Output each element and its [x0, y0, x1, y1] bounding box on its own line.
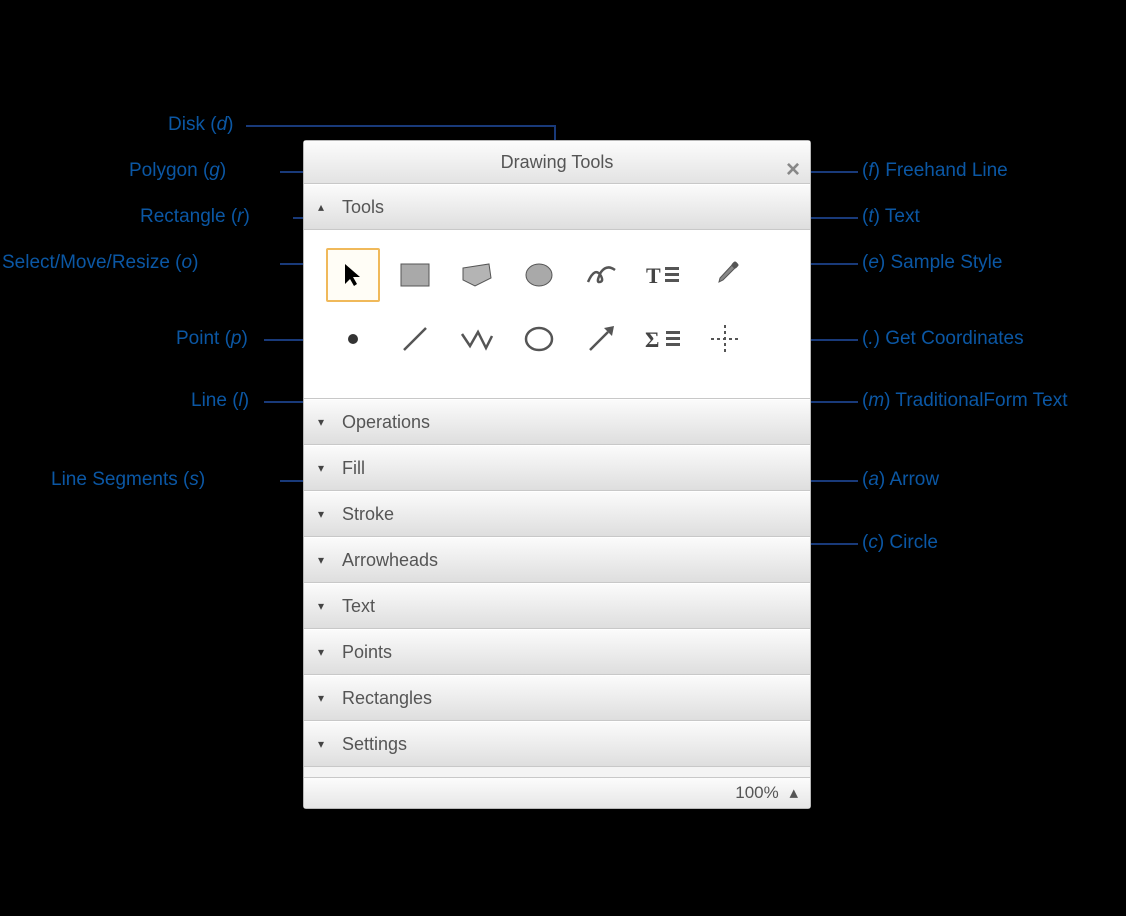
tool-segments[interactable] [450, 312, 504, 366]
tool-line[interactable] [388, 312, 442, 366]
section-fill-label: Fill [342, 458, 365, 478]
callout-freehand: (f) Freehand Line [862, 160, 1008, 182]
callout-arrow: (a) Arrow [862, 469, 939, 491]
callout-point: Point (p) [176, 328, 248, 350]
line-icon [400, 324, 430, 354]
callout-tradform: (m) TraditionalForm Text [862, 390, 1068, 412]
text-icon: T [646, 263, 680, 287]
svg-text:Σ: Σ [645, 327, 659, 351]
callout-rectangle: Rectangle (r) [140, 206, 250, 228]
tool-getcoord[interactable] [698, 312, 752, 366]
callout-disk: Disk (d) [168, 114, 233, 136]
tool-text[interactable]: T [636, 248, 690, 302]
zoom-footer[interactable]: 100% ▴ [304, 777, 810, 808]
eyedropper-icon [711, 261, 739, 289]
tool-circle[interactable] [512, 312, 566, 366]
callout-sample: (e) Sample Style [862, 252, 1002, 274]
section-fill[interactable]: Fill [304, 445, 810, 491]
polygon-icon [461, 262, 493, 288]
chevron-down-icon [318, 722, 324, 766]
callout-text: (t) Text [862, 206, 920, 228]
tool-rectangle[interactable] [388, 248, 442, 302]
section-rectangles-label: Rectangles [342, 688, 432, 708]
tool-polygon[interactable] [450, 248, 504, 302]
tool-tradform[interactable]: Σ [636, 312, 690, 366]
chevron-down-icon [318, 584, 324, 628]
section-text-label: Text [342, 596, 375, 616]
section-settings[interactable]: Settings [304, 721, 810, 767]
callout-select: Select/Move/Resize (o) [2, 252, 198, 274]
section-arrowheads-label: Arrowheads [342, 550, 438, 570]
section-operations-label: Operations [342, 412, 430, 432]
section-rectangles[interactable]: Rectangles [304, 675, 810, 721]
drawing-tools-panel: Drawing Tools × Tools [303, 140, 811, 809]
section-text[interactable]: Text [304, 583, 810, 629]
section-stroke-label: Stroke [342, 504, 394, 524]
chevron-down-icon [318, 400, 324, 444]
section-arrowheads[interactable]: Arrowheads [304, 537, 810, 583]
circle-icon [524, 326, 554, 352]
zoom-menu-icon[interactable]: ▴ [789, 783, 798, 802]
section-operations[interactable]: Operations [304, 399, 810, 445]
disk-icon [524, 262, 554, 288]
callout-getcoord: (.) Get Coordinates [862, 328, 1024, 350]
section-points-label: Points [342, 642, 392, 662]
chevron-down-icon [318, 446, 324, 490]
zoom-value: 100% [735, 783, 778, 802]
section-settings-label: Settings [342, 734, 407, 754]
chevron-up-icon [318, 185, 324, 229]
point-icon [343, 329, 363, 349]
section-stroke[interactable]: Stroke [304, 491, 810, 537]
tools-body: T [304, 230, 810, 399]
arrow-icon [586, 324, 616, 354]
sigma-text-icon: Σ [645, 327, 681, 351]
section-tools-label: Tools [342, 197, 384, 217]
chevron-down-icon [318, 630, 324, 674]
callout-circle: (c) Circle [862, 532, 938, 554]
chevron-down-icon [318, 538, 324, 582]
svg-text:T: T [646, 263, 661, 287]
section-tools[interactable]: Tools [304, 184, 810, 230]
callout-segments: Line Segments (s) [51, 469, 205, 491]
tool-point[interactable] [326, 312, 380, 366]
freehand-icon [585, 262, 617, 288]
tool-freehand[interactable] [574, 248, 628, 302]
callout-line: Line (l) [191, 390, 249, 412]
tool-disk[interactable] [512, 248, 566, 302]
chevron-down-icon [318, 676, 324, 720]
section-points[interactable]: Points [304, 629, 810, 675]
cursor-icon [340, 262, 366, 288]
tool-sample[interactable] [698, 248, 752, 302]
tool-select[interactable] [326, 248, 380, 302]
tool-arrow[interactable] [574, 312, 628, 366]
callout-polygon: Polygon (g) [129, 160, 226, 182]
panel-title: Drawing Tools [501, 152, 614, 172]
titlebar[interactable]: Drawing Tools × [304, 141, 810, 184]
chevron-down-icon [318, 492, 324, 536]
segments-icon [460, 326, 494, 352]
crosshair-icon [711, 325, 739, 353]
rectangle-icon [400, 263, 430, 287]
